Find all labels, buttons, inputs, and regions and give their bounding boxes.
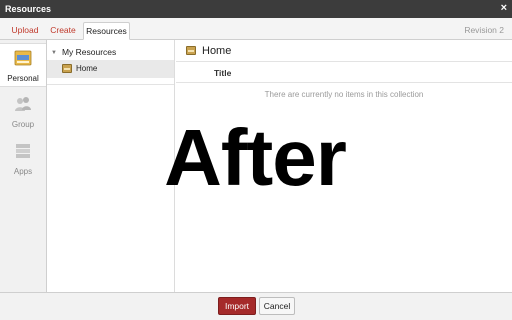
window-title: Resources xyxy=(5,4,52,14)
revision-label: Revision 2 xyxy=(464,25,504,35)
content-header: Home xyxy=(176,40,512,62)
nav-item-personal[interactable]: Personal xyxy=(0,43,46,87)
tree-root-label: My Resources xyxy=(61,47,117,57)
overlay-label: After xyxy=(164,113,347,202)
title-bar: Resources × xyxy=(0,0,512,18)
nav-item-label: Apps xyxy=(13,167,33,176)
close-icon[interactable]: × xyxy=(501,2,507,15)
tree-root[interactable]: ▼ My Resources xyxy=(51,47,116,57)
tab-create[interactable]: Create xyxy=(46,22,80,40)
left-nav: Personal Group Apps xyxy=(0,40,47,292)
nav-item-apps[interactable]: Apps xyxy=(0,137,46,181)
tree-item-home[interactable]: Home xyxy=(47,60,174,78)
import-button[interactable]: Import xyxy=(218,297,256,315)
collection-title: Home xyxy=(202,45,232,57)
tab-resources[interactable]: Resources xyxy=(83,22,130,40)
personal-folder-icon xyxy=(14,50,32,66)
tree-item-label: Home xyxy=(76,64,98,73)
tab-bar: Upload Create Resources Revision 2 xyxy=(0,18,512,40)
folder-icon xyxy=(62,64,72,73)
footer-bar: Import Cancel xyxy=(0,292,512,320)
expand-arrow-icon[interactable]: ▼ xyxy=(51,50,57,56)
apps-icon xyxy=(16,144,30,158)
cancel-button[interactable]: Cancel xyxy=(259,297,295,315)
nav-item-label: Group xyxy=(11,120,35,129)
tab-upload[interactable]: Upload xyxy=(6,22,44,40)
divider xyxy=(47,84,174,85)
column-title[interactable]: Title xyxy=(214,68,231,78)
nav-item-group[interactable]: Group xyxy=(0,90,46,134)
folder-icon xyxy=(186,46,196,55)
empty-message: There are currently no items in this col… xyxy=(264,90,424,99)
nav-item-label: Personal xyxy=(7,74,39,83)
column-header[interactable]: Title xyxy=(176,63,512,83)
group-icon xyxy=(15,97,31,111)
